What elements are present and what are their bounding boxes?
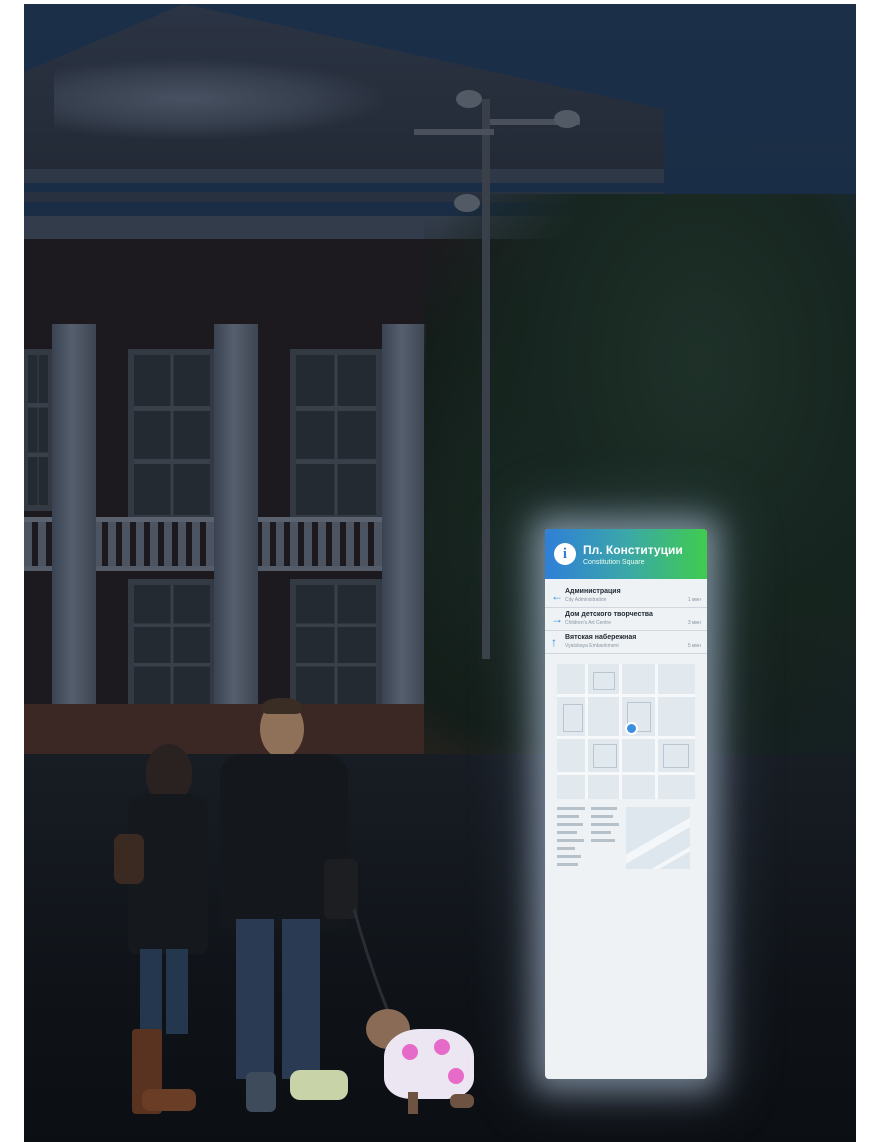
destination-name-ru: Вятская набережная bbox=[565, 634, 637, 641]
arrow-right-icon: → bbox=[551, 612, 563, 626]
destination-name-en: Vyatskaya Embankment bbox=[565, 643, 619, 649]
night-street-scene: i Пл. Конституции Constitution Square ← … bbox=[24, 4, 856, 1142]
kiosk-street-map bbox=[557, 664, 695, 799]
destination-time: 5 мин bbox=[687, 643, 701, 649]
destination-row: → Дом детского творчества Children's Art… bbox=[545, 608, 707, 631]
kiosk-overview-map bbox=[626, 807, 690, 869]
destination-row: ↑ Вятская набережная Vyatskaya Embankmen… bbox=[545, 631, 707, 654]
destination-name-ru: Дом детского творчества bbox=[565, 611, 653, 618]
kiosk-subtitle: Constitution Square bbox=[583, 559, 645, 566]
arrow-left-icon: ← bbox=[551, 589, 563, 603]
info-icon: i bbox=[554, 543, 576, 565]
destination-name-ru: Администрация bbox=[565, 588, 621, 595]
wayfinding-kiosk: i Пл. Конституции Constitution Square ← … bbox=[545, 529, 707, 1079]
destination-name-en: Children's Art Centre bbox=[565, 620, 611, 626]
destination-name-en: City Administration bbox=[565, 597, 607, 603]
map-legend bbox=[591, 807, 621, 847]
kiosk-header: i Пл. Конституции Constitution Square bbox=[545, 529, 707, 579]
arrow-up-icon: ↑ bbox=[551, 635, 557, 649]
dog-leash bbox=[352, 908, 391, 1015]
destination-time: 1 мин bbox=[687, 597, 701, 603]
map-legend bbox=[557, 807, 587, 871]
map-pin-icon bbox=[625, 722, 638, 735]
destination-time: 3 мин bbox=[687, 620, 701, 626]
kiosk-title: Пл. Конституции bbox=[583, 543, 683, 557]
destination-row: ← Администрация City Administration 1 ми… bbox=[545, 585, 707, 608]
